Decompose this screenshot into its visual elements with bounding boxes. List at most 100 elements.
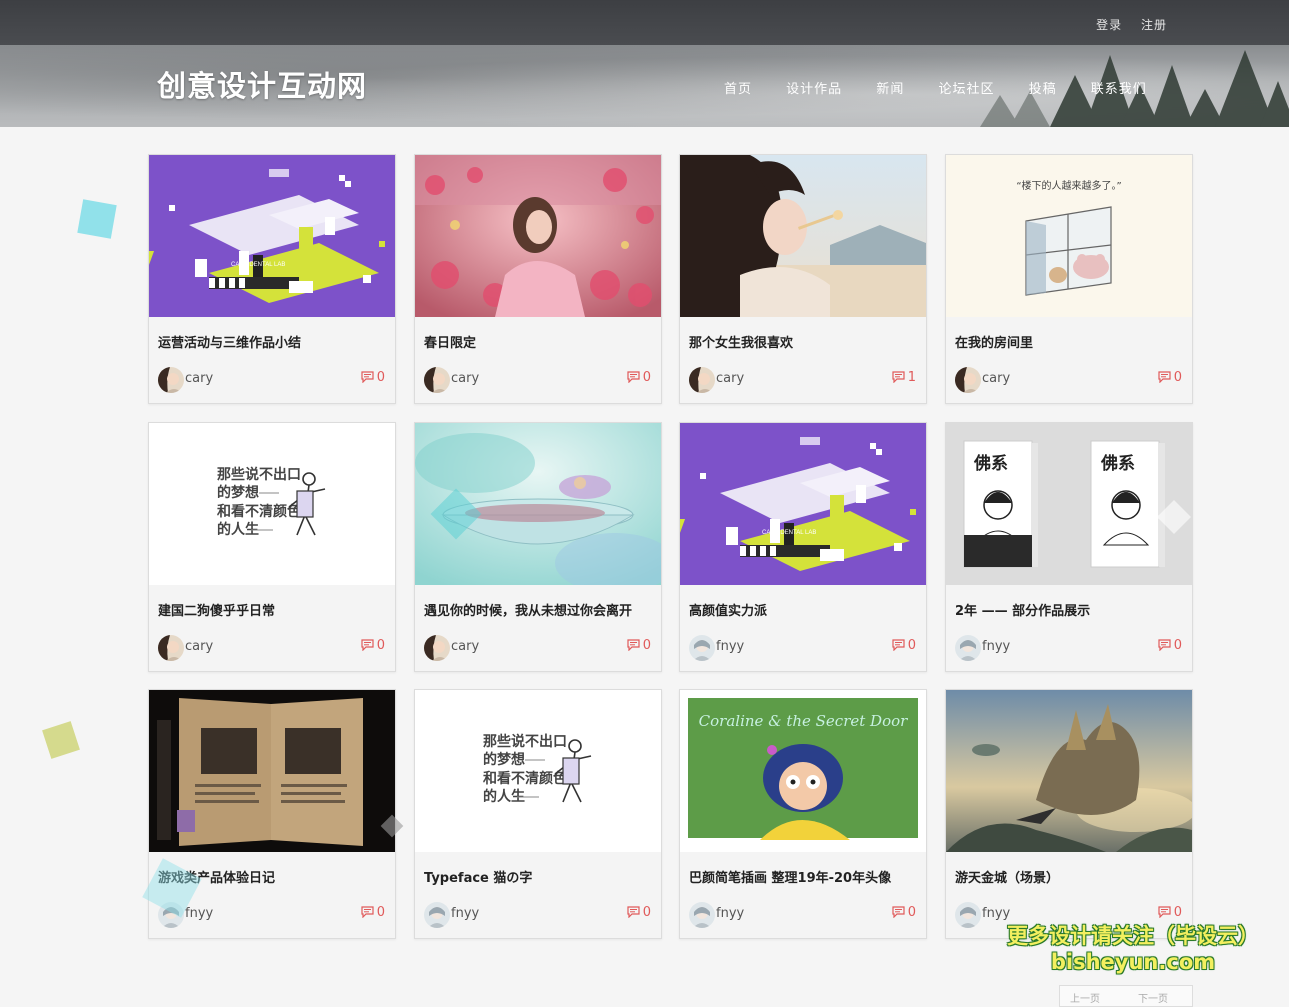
work-card[interactable]: CARE DENTAL LAB 运营活动与三维作品小结 cary 0	[148, 154, 396, 404]
work-card[interactable]: 遇见你的时候，我从未想过你会离开 cary 0	[414, 422, 662, 672]
register-link[interactable]: 注册	[1141, 18, 1167, 32]
avatar[interactable]	[424, 367, 450, 393]
work-author[interactable]: fnyy	[185, 906, 213, 921]
comment-count[interactable]: 0	[1158, 638, 1182, 653]
comment-count-value: 0	[376, 638, 385, 653]
svg-text:和看不清颜色: 和看不清颜色	[483, 770, 567, 787]
nav-design-works[interactable]: 设计作品	[786, 78, 842, 97]
work-title[interactable]: 巴颜简笔插画 整理19年-20年头像	[689, 867, 917, 886]
svg-text:的梦想: 的梦想	[483, 751, 525, 768]
avatar[interactable]	[689, 635, 715, 661]
nav-news[interactable]: 新闻	[876, 78, 904, 97]
avatar[interactable]	[158, 635, 184, 661]
nav-forum[interactable]: 论坛社区	[938, 78, 994, 97]
comment-icon	[627, 371, 640, 384]
work-author[interactable]: fnyy	[716, 906, 744, 921]
work-card[interactable]: 游天金城（场景） fnyy 0	[945, 689, 1193, 939]
lab-label: CARE DENTAL LAB	[762, 530, 816, 536]
site-logo[interactable]: 创意设计互动网	[157, 63, 367, 105]
comment-count-value: 0	[642, 638, 651, 653]
work-title[interactable]: Typeface 猫の字	[424, 867, 652, 886]
comment-count[interactable]: 0	[627, 905, 651, 920]
nav-home[interactable]: 首页	[724, 78, 752, 97]
comment-count-value: 0	[907, 638, 916, 653]
work-author[interactable]: fnyy	[982, 906, 1010, 921]
comment-count[interactable]: 0	[892, 905, 916, 920]
comment-count[interactable]: 0	[892, 638, 916, 653]
avatar[interactable]	[424, 635, 450, 661]
comment-count-value: 0	[642, 905, 651, 920]
book-title-left: 佛系	[973, 453, 1008, 474]
main-nav: 首页 设计作品 新闻 论坛社区 投稿 联系我们	[724, 78, 1176, 97]
comment-count[interactable]: 0	[627, 638, 651, 653]
work-author[interactable]: fnyy	[716, 639, 744, 654]
work-thumbnail[interactable]: CARE DENTAL LAB	[680, 423, 926, 585]
comment-count[interactable]: 1	[892, 370, 916, 385]
work-author[interactable]: cary	[982, 371, 1010, 386]
comment-count-value: 0	[907, 905, 916, 920]
nav-contact[interactable]: 联系我们	[1091, 78, 1147, 97]
work-thumbnail[interactable]: CARE DENTAL LAB	[149, 155, 395, 317]
comment-icon	[892, 371, 905, 384]
work-title[interactable]: 2年 —— 部分作品展示	[955, 600, 1183, 619]
work-thumbnail[interactable]: 佛系 佛系	[946, 423, 1192, 585]
avatar[interactable]	[955, 367, 981, 393]
comment-count[interactable]: 0	[1158, 370, 1182, 385]
comment-count[interactable]: 0	[361, 370, 385, 385]
comment-icon	[361, 639, 374, 652]
work-title[interactable]: 那个女生我很喜欢	[689, 332, 917, 351]
work-card[interactable]: 春日限定 cary 0	[414, 154, 662, 404]
avatar[interactable]	[689, 367, 715, 393]
work-author[interactable]: fnyy	[982, 639, 1010, 654]
nav-submit[interactable]: 投稿	[1029, 78, 1057, 97]
work-title[interactable]: 游天金城（场景）	[955, 867, 1183, 886]
comment-icon	[1158, 639, 1171, 652]
comment-icon	[1158, 371, 1171, 384]
work-author[interactable]: cary	[451, 371, 479, 386]
avatar[interactable]	[424, 902, 450, 928]
work-card[interactable]: 那些说不出口 的梦想 和看不清颜色 的人生 Typeface 猫の字 fnyy 0	[414, 689, 662, 939]
work-title[interactable]: 在我的房间里	[955, 332, 1183, 351]
work-thumbnail[interactable]	[946, 690, 1192, 852]
avatar[interactable]	[689, 902, 715, 928]
comment-count[interactable]: 0	[627, 370, 651, 385]
work-thumbnail[interactable]: 那些说不出口 的梦想 和看不清颜色 的人生	[415, 690, 661, 852]
avatar[interactable]	[955, 902, 981, 928]
comment-count[interactable]: 0	[361, 638, 385, 653]
work-thumbnail[interactable]	[680, 155, 926, 317]
work-title[interactable]: 建国二狗傻乎乎日常	[158, 600, 386, 619]
work-author[interactable]: cary	[716, 371, 744, 386]
work-thumbnail[interactable]: “楼下的人越来越多了。”	[946, 155, 1192, 317]
comment-count[interactable]: 0	[1158, 905, 1182, 920]
site-header: 创意设计互动网 首页 设计作品 新闻 论坛社区 投稿 联系我们	[0, 45, 1289, 127]
comment-icon	[361, 906, 374, 919]
work-thumbnail[interactable]: Coraline & the Secret Door	[680, 690, 926, 852]
svg-text:的梦想: 的梦想	[217, 484, 259, 501]
work-card[interactable]: 那些说不出口 的梦想 和看不清颜色 的人生 建国二狗傻乎乎日常 cary 0	[148, 422, 396, 672]
work-thumbnail[interactable]	[149, 690, 395, 852]
work-thumbnail[interactable]: 那些说不出口 的梦想 和看不清颜色 的人生	[149, 423, 395, 585]
comment-count[interactable]: 0	[361, 905, 385, 920]
work-author[interactable]: fnyy	[451, 906, 479, 921]
auth-links: 登录 注册	[1082, 16, 1167, 33]
work-title[interactable]: 遇见你的时候，我从未想过你会离开	[424, 600, 652, 619]
work-card[interactable]: 那个女生我很喜欢 cary 1	[679, 154, 927, 404]
login-link[interactable]: 登录	[1096, 18, 1122, 32]
work-card[interactable]: 佛系 佛系 2年 —— 部分作品展示 fnyy 0	[945, 422, 1193, 672]
avatar[interactable]	[158, 367, 184, 393]
top-bar: 登录 注册	[0, 0, 1289, 45]
comment-count-value: 0	[1173, 638, 1182, 653]
work-author[interactable]: cary	[185, 639, 213, 654]
work-thumbnail[interactable]	[415, 155, 661, 317]
work-card[interactable]: CARE DENTAL LAB 高颜值实力派 fnyy 0	[679, 422, 927, 672]
work-title[interactable]: 运营活动与三维作品小结	[158, 332, 386, 351]
work-author[interactable]: cary	[451, 639, 479, 654]
work-title[interactable]: 春日限定	[424, 332, 652, 351]
watermark-line2: bisheyun.com	[1050, 950, 1216, 974]
work-author[interactable]: cary	[185, 371, 213, 386]
work-card[interactable]: Coraline & the Secret Door 巴颜简笔插画 整理19年-…	[679, 689, 927, 939]
watermark-line1: 更多设计请关注（毕设云）	[1007, 924, 1259, 948]
work-title[interactable]: 高颜值实力派	[689, 600, 917, 619]
avatar[interactable]	[955, 635, 981, 661]
work-card[interactable]: “楼下的人越来越多了。” 在我的房间里 cary 0	[945, 154, 1193, 404]
